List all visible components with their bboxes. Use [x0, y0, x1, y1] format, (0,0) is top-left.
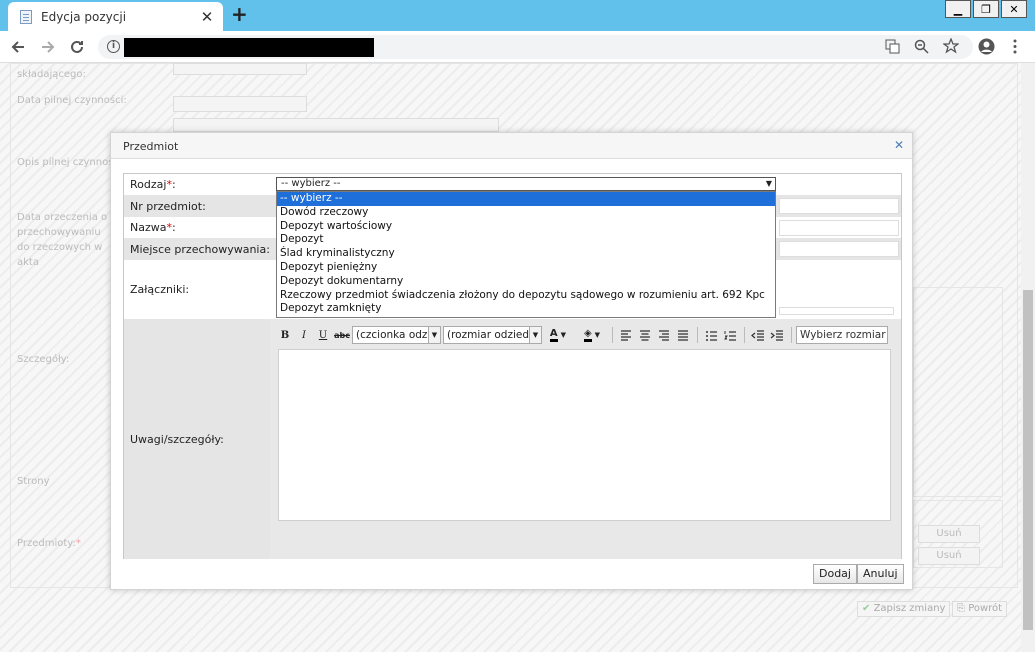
indent-icon[interactable] — [768, 326, 786, 344]
back-arrow-icon[interactable] — [10, 39, 26, 55]
editor-content-area[interactable] — [278, 349, 891, 521]
window-close-button[interactable]: ✕ — [1001, 0, 1027, 18]
strikethrough-button[interactable]: abc — [333, 326, 351, 344]
underline-button[interactable]: U — [314, 326, 332, 344]
anuluj-button[interactable]: Anuluj — [857, 564, 904, 584]
rodzaj-option[interactable]: Ślad kryminalistyczny — [277, 247, 775, 261]
dodaj-button[interactable]: Dodaj — [813, 564, 857, 584]
font-family-combo[interactable]: (czcionka odz ▼ — [352, 326, 441, 344]
bg-label-strony: Strony — [17, 476, 50, 487]
browser-toolbar: i — [0, 31, 1035, 63]
rodzaj-option[interactable]: Rzeczowy przedmiot świadczenia złożony d… — [277, 289, 775, 303]
address-bar[interactable]: i — [98, 35, 973, 59]
chevron-down-icon: ▼ — [428, 327, 440, 343]
forward-arrow-icon[interactable] — [40, 39, 56, 55]
label-miejsce-przechowywania: Miejsce przechowywania: — [130, 242, 270, 256]
return-icon: ⎘ — [957, 603, 969, 614]
font-size-combo[interactable]: (rozmiar odzied ▼ — [443, 326, 542, 344]
nr-przedmiot-input[interactable] — [779, 198, 899, 214]
reload-icon[interactable] — [69, 39, 85, 55]
bg-label-szczegoly: Szczegóły: — [17, 354, 70, 365]
bg-side-panel — [913, 287, 1003, 497]
bg-label-przedmioty: Przedmioty:* — [17, 538, 81, 549]
label-rodzaj: Rodzaj *: — [130, 178, 176, 191]
bg-input — [173, 63, 307, 75]
dialog-close-icon[interactable]: ✕ — [894, 138, 904, 152]
uwagi-editor: B I U abc (czcionka odz ▼ (rozmiar odzied… — [270, 319, 901, 559]
tab-title: Edycja pozycji — [41, 9, 127, 24]
redacted-url — [124, 38, 374, 57]
restore-button[interactable]: ❐ — [973, 0, 999, 18]
bold-button[interactable]: B — [276, 326, 294, 344]
chevron-down-icon: ▼ — [529, 327, 541, 343]
text-color-icon: A — [549, 328, 558, 342]
zoom-icon[interactable] — [914, 39, 929, 54]
fill-color-icon: ◈ — [583, 328, 592, 342]
bg-input — [173, 118, 499, 132]
rodzaj-option[interactable]: Depozyt — [277, 233, 775, 247]
italic-button[interactable]: I — [295, 326, 313, 344]
label-uwagi-szczegoly: Uwagi/szczegóły: — [130, 432, 224, 446]
account-avatar-icon[interactable] — [978, 38, 995, 55]
window-controls: ▁ ❐ ✕ — [945, 0, 1027, 18]
label-nazwa: Nazwa *: — [130, 221, 176, 234]
toolbar-separator — [744, 327, 745, 343]
numbered-list-icon[interactable] — [721, 326, 739, 344]
przedmiot-form: Rodzaj *: Nr przedmiot: Nazwa *: Miejsce p… — [123, 173, 902, 559]
bg-usun-button-1[interactable]: Usuń — [918, 525, 980, 543]
align-left-icon[interactable] — [617, 326, 635, 344]
align-center-icon[interactable] — [636, 326, 654, 344]
outdent-icon[interactable] — [749, 326, 767, 344]
rodzaj-select[interactable]: -- wybierz -- ▼ — [276, 177, 776, 191]
bg-usun-button-2[interactable]: Usuń — [918, 547, 980, 565]
align-justify-icon[interactable] — [674, 326, 692, 344]
info-icon[interactable]: i — [107, 40, 120, 53]
translate-icon[interactable] — [885, 39, 900, 54]
text-color-button[interactable]: A ▼ — [544, 326, 572, 344]
align-right-icon[interactable] — [655, 326, 673, 344]
bg-label-data-pilnej: Data pilnej czynności: — [17, 95, 127, 106]
bg-label-data-orzeczenia: Data orzeczenia o przechowywaniu do rzec… — [17, 212, 108, 268]
rodzaj-option[interactable]: -- wybierz -- — [277, 192, 775, 206]
toolbar-separator — [612, 327, 613, 343]
nazwa-input[interactable] — [779, 220, 899, 236]
minimize-button[interactable]: ▁ — [945, 0, 971, 18]
zalaczniki-input[interactable] — [779, 307, 894, 315]
rodzaj-option[interactable]: Dowód rzeczowy — [277, 206, 775, 220]
menu-kebab-icon[interactable] — [1012, 39, 1018, 54]
zapisz-zmiany-button[interactable]: ✔ Zapisz zmiany — [857, 601, 951, 617]
browser-tabstrip: Edycja pozycji ✕ + ▁ ❐ ✕ — [0, 0, 1035, 31]
bg-label-opis-pilnej: Opis pilnej czynnoś — [17, 157, 114, 168]
przedmiot-dialog: Przedmiot ✕ Rodzaj *: Nr przedmiot: Nazwa… — [110, 132, 913, 590]
label-zalaczniki: Załączniki: — [130, 282, 190, 296]
dropdown-arrow-icon: ▼ — [765, 179, 772, 188]
tab-close-icon[interactable]: ✕ — [197, 8, 217, 26]
size-select-combo[interactable]: Wybierz rozmiar — [796, 326, 888, 344]
rodzaj-option[interactable]: Depozyt zamknięty — [277, 302, 775, 316]
new-tab-button[interactable]: + — [231, 2, 248, 26]
dialog-header: Przedmiot ✕ — [111, 133, 912, 159]
page-favicon-icon — [20, 9, 32, 24]
editor-toolbar: B I U abc (czcionka odz ▼ (rozmiar odzied… — [276, 324, 891, 346]
bookmark-star-icon[interactable] — [943, 38, 959, 54]
rodzaj-option[interactable]: Depozyt pieniężny — [277, 261, 775, 275]
browser-tab[interactable]: Edycja pozycji ✕ — [8, 2, 223, 31]
miejsce-input[interactable] — [779, 241, 899, 257]
toolbar-separator — [791, 327, 792, 343]
powrot-button[interactable]: ⎘ Powrót — [952, 601, 1008, 617]
rodzaj-option[interactable]: Depozyt dokumentarny — [277, 275, 775, 289]
check-icon: ✔ — [862, 603, 874, 614]
background-color-button[interactable]: ◈ ▼ — [577, 326, 607, 344]
dialog-title: Przedmiot — [123, 140, 179, 153]
rodzaj-dropdown-list[interactable]: -- wybierz -- Dowód rzeczowy Depozyt warto… — [276, 191, 776, 318]
bg-input — [173, 96, 307, 112]
page-scrollbar[interactable] — [1021, 63, 1035, 652]
bg-label-skladajacego: składającego: — [17, 69, 86, 80]
toolbar-separator — [697, 327, 698, 343]
rodzaj-option[interactable]: Depozyt wartościowy — [277, 220, 775, 234]
bullet-list-icon[interactable] — [702, 326, 720, 344]
scrollbar-thumb[interactable] — [1023, 290, 1033, 630]
label-nr-przedmiot: Nr przedmiot: — [130, 199, 206, 213]
